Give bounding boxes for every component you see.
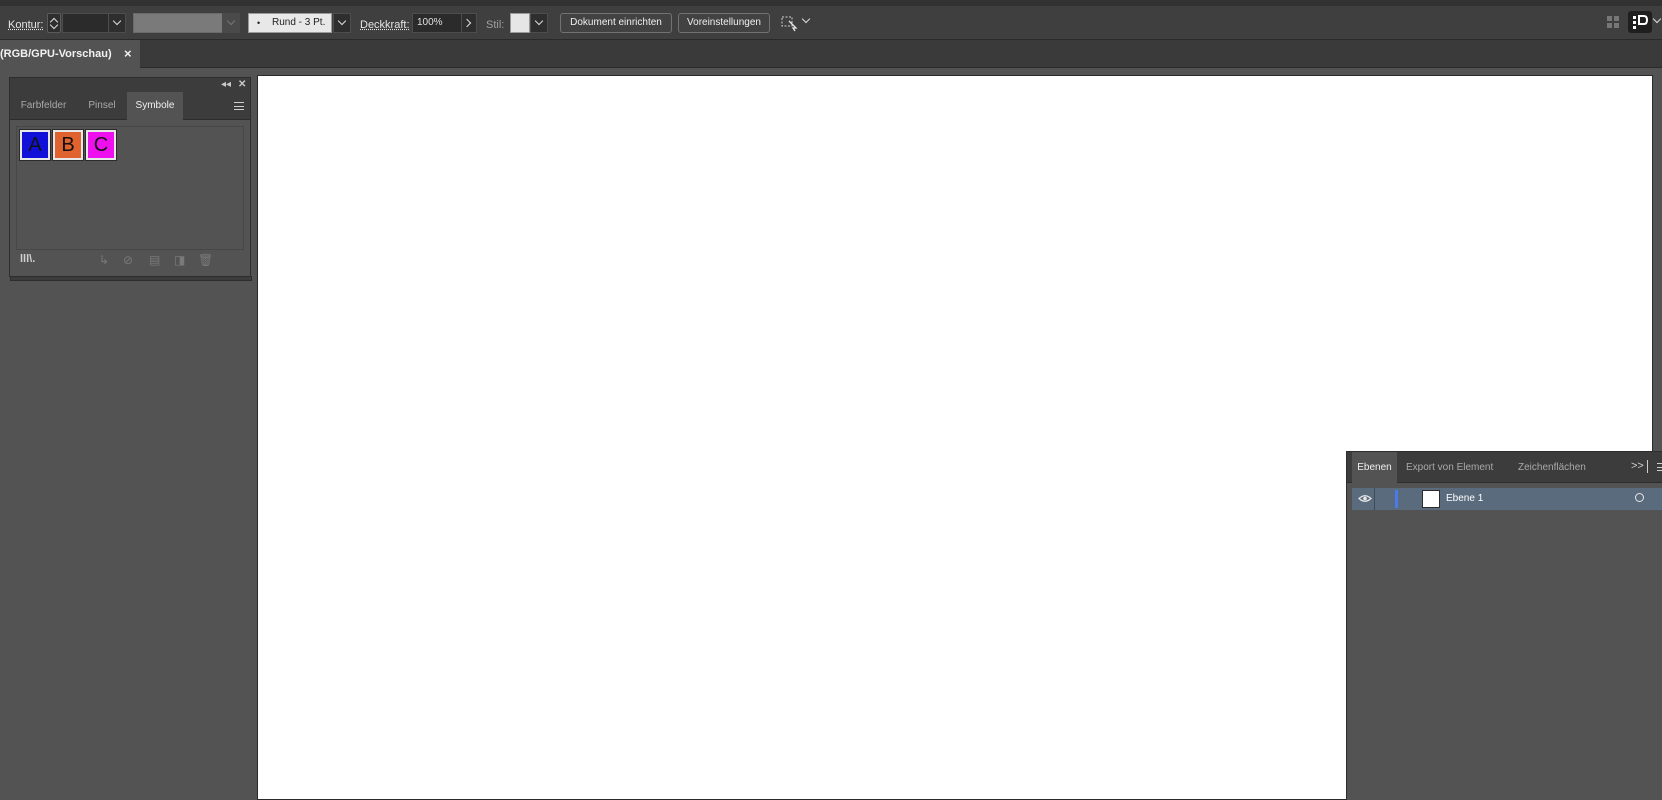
lock-column[interactable] [1374,488,1375,510]
tab-pinsel[interactable]: Pinsel [77,92,127,120]
brush-dropdown[interactable] [333,13,351,33]
panel-tabs: Farbfelder Pinsel Symbole [10,92,250,120]
opacity-expand-button[interactable] [461,13,477,33]
variable-width-dropdown[interactable] [222,13,240,33]
opacity-input[interactable]: 100% [412,13,462,33]
symbol-c[interactable]: C [85,129,117,161]
break-link-icon[interactable]: ⊘ [123,253,133,267]
place-symbol-icon[interactable]: ↳ [99,253,109,267]
kontur-label: Kontur: [8,19,44,31]
panel-resize-grip[interactable] [10,276,252,281]
separator [1647,460,1648,473]
stil-label: Stil: [486,19,505,31]
target-circle-icon[interactable] [1635,493,1644,502]
preferences-button[interactable]: Voreinstellungen [678,13,770,33]
tab-farbfelder[interactable]: Farbfelder [10,92,77,120]
arrange-panels-icon[interactable] [1606,14,1620,30]
symbols-panel: ◂◂ ✕ Farbfelder Pinsel Symbole A B C lll… [9,77,252,281]
new-symbol-icon[interactable]: ◨ [174,253,185,267]
stroke-weight-stepper[interactable] [47,13,61,33]
tab-symbole[interactable]: Symbole [127,92,183,120]
document-tab-title: (RGB/GPU-Vorschau) [0,48,112,60]
brush-definition-field[interactable]: • Rund - 3 Pt. [248,13,332,33]
panel-title-strip: ◂◂ ✕ [10,78,250,92]
tab-zeichenflaechen[interactable]: Zeichenflächen [1518,452,1586,483]
brush-definition-label: Rund - 3 Pt. [272,17,326,28]
eye-visibility-icon[interactable] [1358,493,1372,504]
layer-color-bar [1395,490,1398,508]
layers-panel-tabs: Ebenen Export von Element Zeichenflächen… [1347,452,1662,483]
layers-menu-icon[interactable] [1657,463,1662,471]
symbol-library-icon[interactable]: lll\. [20,253,35,265]
close-icon[interactable]: × [124,46,132,61]
stroke-weight-dropdown[interactable] [108,13,126,33]
variable-width-profile[interactable] [133,13,223,33]
snap-pixel-toggle[interactable] [1628,11,1652,33]
control-bar: Kontur: • Rund - 3 Pt. Deckkraft: 100% S… [0,0,1662,40]
expand-panel-icon[interactable]: >> [1631,460,1644,472]
document-tab[interactable]: (RGB/GPU-Vorschau) × [0,40,140,68]
symbol-b[interactable]: B [52,129,84,161]
symbol-list: A B C [16,126,244,250]
symbol-options-icon[interactable]: ▤ [149,253,160,267]
document-setup-button[interactable]: Dokument einrichten [560,13,672,33]
tab-ebenen[interactable]: Ebenen [1352,452,1397,483]
deckkraft-label: Deckkraft: [360,19,410,31]
layers-panel: Ebenen Export von Element Zeichenflächen… [1346,451,1662,800]
transform-select-icon[interactable] [780,14,800,32]
graphic-style-dropdown[interactable] [530,13,548,33]
tab-export-von-element[interactable]: Export von Element [1406,452,1493,483]
document-tab-bar: (RGB/GPU-Vorschau) × [0,40,1662,68]
layer-row[interactable]: Ebene 1 [1352,488,1662,510]
collapse-panel-icon[interactable]: ◂◂ [221,78,231,91]
graphic-style-swatch[interactable] [510,13,530,33]
trash-icon[interactable]: 🗑 [198,253,213,267]
stroke-weight-input[interactable] [62,13,110,33]
transform-chevron-icon[interactable] [801,14,811,24]
snap-chevron-icon[interactable] [1652,14,1662,24]
symbol-a[interactable]: A [19,129,51,161]
close-panel-icon[interactable]: ✕ [238,78,246,91]
layer-thumbnail[interactable] [1422,490,1440,508]
panel-menu-icon[interactable] [234,102,244,110]
layer-name[interactable]: Ebene 1 [1446,493,1483,504]
